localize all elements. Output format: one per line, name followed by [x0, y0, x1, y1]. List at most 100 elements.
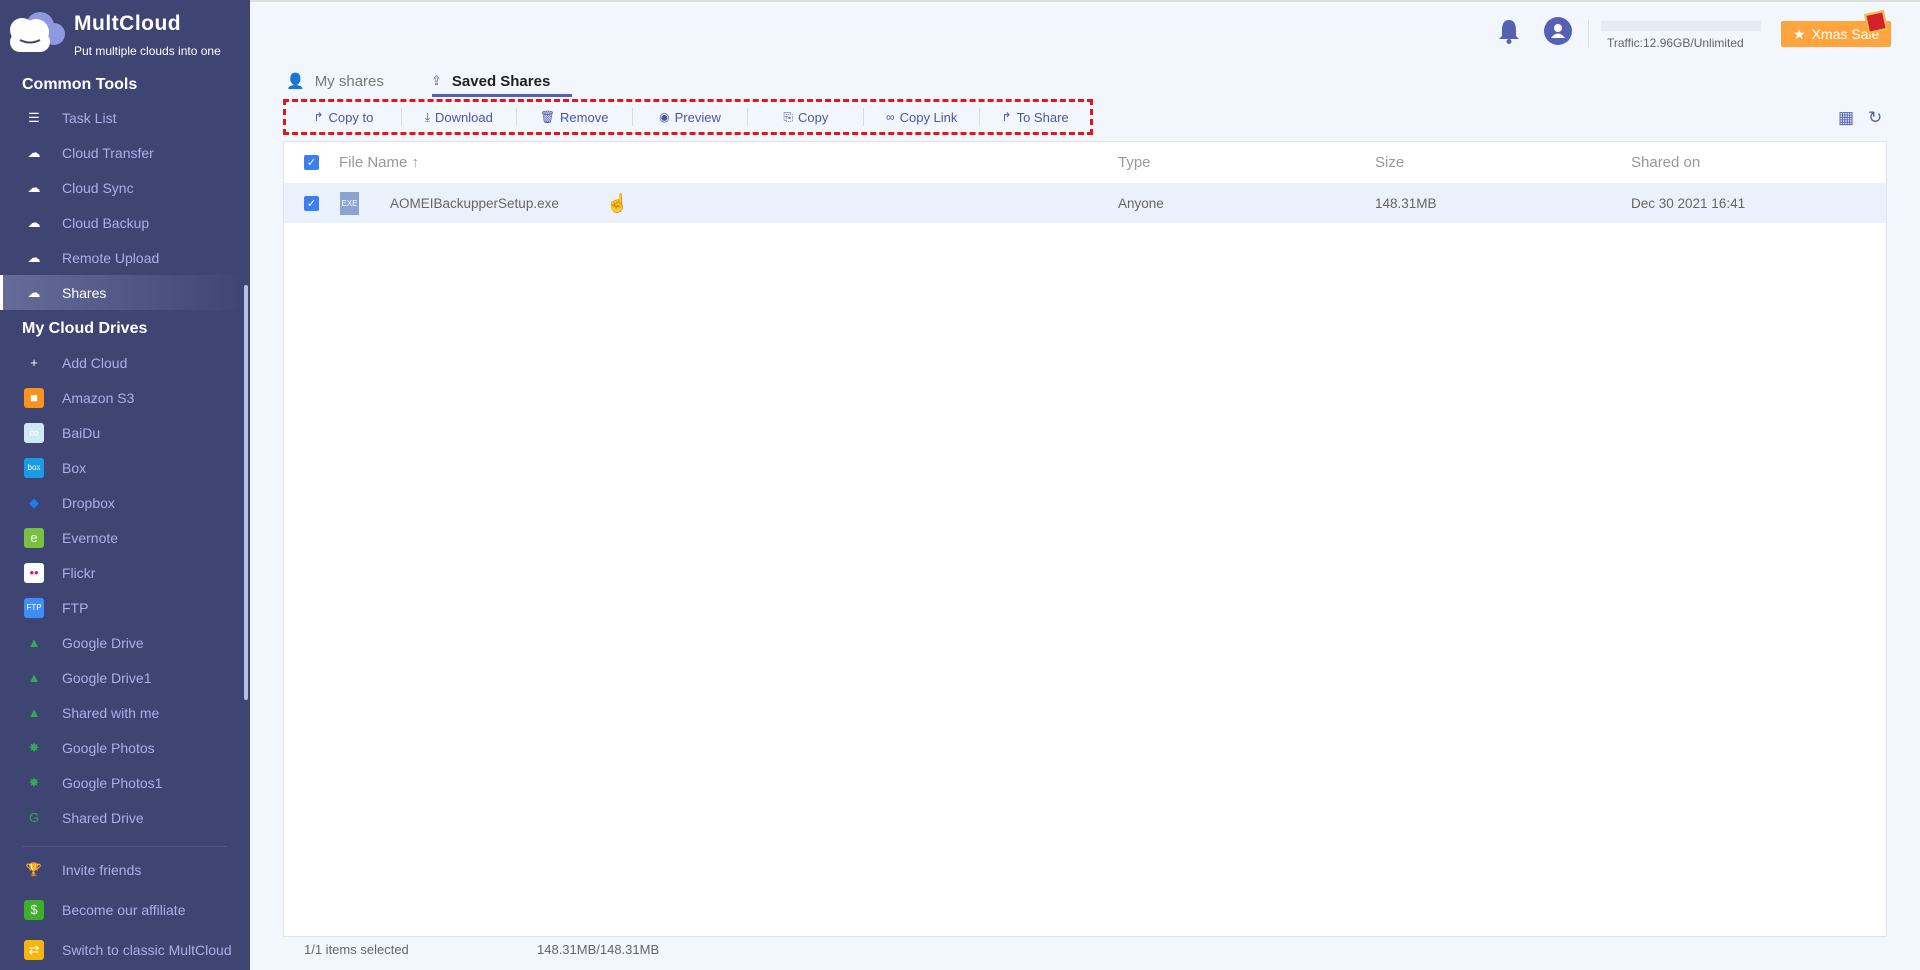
sidebar-item-label: Add Cloud	[62, 354, 128, 371]
sidebar-item-task-list[interactable]: ☰ Task List	[0, 100, 246, 135]
copy-link-button[interactable]: ∞ Copy Link	[864, 108, 981, 126]
refresh-icon[interactable]: ↻	[1868, 108, 1882, 128]
sidebar-item-ftp[interactable]: FTP FTP	[0, 590, 246, 625]
sidebar-item-label: Shares	[62, 284, 107, 301]
table-header: ✓ File Name ↑ Type Size Shared on	[284, 142, 1886, 182]
sidebar-item-shared-with-me[interactable]: ▲ Shared with me	[0, 695, 246, 730]
copy-button[interactable]: ⎘ Copy	[748, 108, 865, 126]
sidebar-item-add-cloud[interactable]: + Add Cloud	[0, 345, 246, 380]
traffic-text: Traffic:12.96GB/Unlimited	[1607, 36, 1744, 50]
copy-to-icon: ↱	[313, 110, 324, 124]
preview-button[interactable]: ◉ Preview	[633, 108, 749, 126]
file-size: 148.31MB	[1375, 195, 1437, 211]
toolbar-label: Preview	[674, 109, 721, 125]
share-icon: ↱	[1001, 110, 1012, 124]
remove-button[interactable]: 🗑 Remove	[517, 108, 633, 126]
table-row[interactable]: ✓ EXE AOMEIBackupperSetup.exe ☝ Anyone 1…	[284, 183, 1886, 223]
eye-icon: ◉	[659, 110, 670, 124]
flickr-icon: ••	[24, 562, 44, 583]
toolbar-label: Copy Link	[899, 109, 958, 125]
dropbox-icon: ◆	[29, 494, 39, 510]
sidebar-item-label: Shared Drive	[62, 809, 144, 826]
sidebar-scrollbar[interactable]	[244, 285, 248, 700]
copy-to-button[interactable]: ↱ Copy to	[286, 108, 402, 126]
bell-icon[interactable]	[1498, 18, 1520, 44]
sidebar-item-label: Google Photos	[62, 739, 155, 756]
sidebar-item-shares[interactable]: ☁ Shares	[0, 275, 246, 310]
sidebar-item-cloud-backup[interactable]: ☁ Cloud Backup	[0, 205, 246, 240]
sidebar: MultCloud Put multiple clouds into one C…	[0, 0, 250, 970]
select-all-checkbox[interactable]: ✓	[304, 154, 319, 170]
sidebar-item-google-drive[interactable]: ▲ Google Drive	[0, 625, 246, 660]
sidebar-item-invite-friends[interactable]: 🏆 Invite friends	[0, 852, 246, 887]
sidebar-divider	[22, 846, 227, 847]
traffic-progress-bar	[1601, 21, 1761, 31]
tab-saved-shares[interactable]: ⇪ Saved Shares	[431, 68, 550, 94]
row-checkbox[interactable]: ✓	[304, 195, 319, 211]
column-shared-on[interactable]: Shared on	[1631, 154, 1700, 171]
sidebar-item-dropbox[interactable]: ◆ Dropbox	[0, 485, 246, 520]
dollar-icon: $	[24, 899, 44, 920]
header-separator	[1588, 20, 1589, 48]
sidebar-item-label: Google Drive	[62, 634, 144, 651]
cloud-upload-icon: ☁	[27, 249, 41, 265]
tab-label: Saved Shares	[451, 72, 551, 90]
sidebar-item-amazon-s3[interactable]: ■ Amazon S3	[0, 380, 246, 415]
sidebar-item-label: Evernote	[62, 529, 119, 546]
sidebar-item-box[interactable]: box Box	[0, 450, 246, 485]
toolbar-label: Copy to	[328, 109, 374, 125]
sidebar-item-evernote[interactable]: e Evernote	[0, 520, 246, 555]
link-icon: ∞	[886, 110, 895, 124]
sidebar-item-label: BaiDu	[62, 424, 101, 441]
sidebar-item-cloud-transfer[interactable]: ☁ Cloud Transfer	[0, 135, 246, 170]
sidebar-item-label: FTP	[62, 599, 89, 616]
file-name[interactable]: AOMEIBackupperSetup.exe	[390, 196, 559, 211]
cloud-backup-icon: ☁	[27, 214, 41, 230]
hand-cursor-icon: ☝	[606, 192, 629, 213]
sidebar-item-become-our-affiliate[interactable]: $ Become our affiliate	[0, 892, 246, 927]
download-button[interactable]: ⤓ Download	[402, 108, 517, 126]
tab-my-shares[interactable]: 👤 My shares	[286, 68, 384, 94]
sidebar-item-switch-to-classic-multcloud[interactable]: ⇄ Switch to classic MultCloud	[0, 932, 246, 967]
brand-name: MultCloud	[74, 12, 182, 35]
sidebar-item-label: Cloud Sync	[62, 179, 134, 196]
to-share-button[interactable]: ↱ To Share	[980, 108, 1090, 126]
column-type[interactable]: Type	[1118, 154, 1151, 171]
user-avatar-icon[interactable]	[1544, 17, 1572, 45]
brand-tagline: Put multiple clouds into one	[74, 44, 221, 58]
cloud-sync-icon: ☁	[27, 179, 41, 195]
top-border	[250, 0, 1920, 2]
copy-icon: ⎘	[783, 109, 793, 124]
google-drive-icon: ▲	[27, 635, 41, 650]
sidebar-item-label: Cloud Backup	[62, 214, 150, 231]
sidebar-item-google-drive1[interactable]: ▲ Google Drive1	[0, 660, 246, 695]
sidebar-item-label: Task List	[62, 109, 117, 126]
cloud-share-icon: ☁	[27, 284, 41, 300]
sidebar-item-cloud-sync[interactable]: ☁ Cloud Sync	[0, 170, 246, 205]
sidebar-item-label: Box	[62, 459, 87, 476]
sidebar-item-flickr[interactable]: •• Flickr	[0, 555, 246, 590]
toolbar-label: Download	[435, 109, 493, 125]
sidebar-item-shared-drive[interactable]: G Shared Drive	[0, 800, 246, 835]
toolbar-label: Remove	[560, 109, 609, 125]
add-cloud-icon: +	[30, 355, 38, 370]
sidebar-item-remote-upload[interactable]: ☁ Remote Upload	[0, 240, 246, 275]
sidebar-item-label: Amazon S3	[62, 389, 135, 406]
clipboard-icon: ☰	[28, 109, 40, 125]
google-photos-icon: ✸	[28, 739, 40, 755]
logo[interactable]: MultCloud Put multiple clouds into one	[4, 8, 244, 58]
sidebar-item-google-photos[interactable]: ✸ Google Photos	[0, 730, 246, 765]
column-file-name[interactable]: File Name ↑	[339, 154, 419, 171]
amazon-s3-icon: ■	[24, 387, 44, 408]
download-icon: ⤓	[424, 109, 431, 124]
grid-view-icon[interactable]: ▦	[1838, 108, 1854, 128]
sidebar-item-baidu[interactable]: ∞ BaiDu	[0, 415, 246, 450]
column-size[interactable]: Size	[1375, 154, 1404, 171]
selection-count: 1/1 items selected	[304, 942, 409, 957]
sidebar-item-label: Cloud Transfer	[62, 144, 154, 161]
sidebar-item-google-photos1[interactable]: ✸ Google Photos1	[0, 765, 246, 800]
multcloud-logo-icon	[10, 12, 65, 52]
ftp-icon: FTP	[24, 597, 44, 618]
sidebar-item-label: Switch to classic MultCloud	[62, 941, 232, 958]
sidebar-item-label: Flickr	[62, 564, 96, 581]
